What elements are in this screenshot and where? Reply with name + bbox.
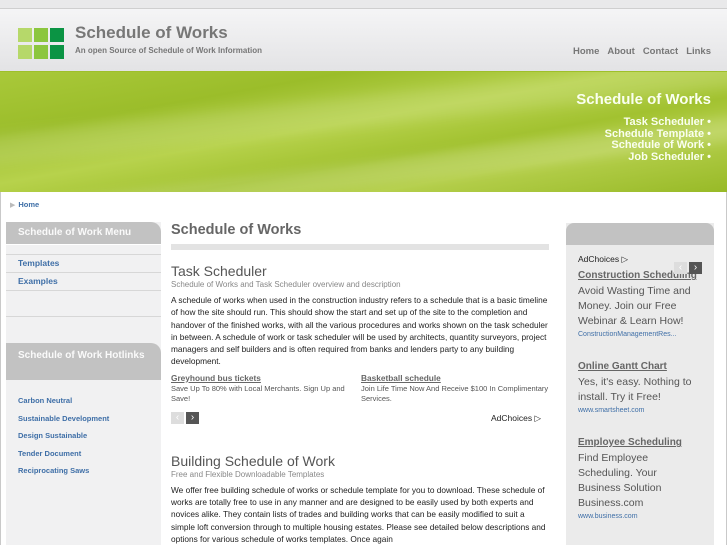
banner-link-task-scheduler[interactable]: Task Scheduler (605, 116, 711, 129)
chevron-right-icon[interactable]: › (186, 411, 199, 424)
ad-title-link[interactable]: Greyhound bus tickets (171, 373, 359, 383)
breadcrumb: ▶ Home (10, 200, 39, 209)
section: Building Schedule of Work Free and Flexi… (171, 453, 549, 545)
nav-about[interactable]: About (607, 46, 634, 57)
sidebar-ad: Construction Scheduling Avoid Wasting Ti… (578, 268, 702, 340)
site-subtitle: An open Source of Schedule of Work Infor… (75, 46, 262, 55)
site-header: Schedule of Works An open Source of Sche… (0, 8, 727, 72)
site-title[interactable]: Schedule of Works (75, 23, 228, 43)
ad-description: Find Employee Scheduling. Your Business … (578, 452, 662, 509)
left-sidebar: Schedule of Work Menu Templates Examples… (6, 222, 161, 545)
section-subtitle: Schedule of Works and Task Scheduler ove… (171, 280, 401, 289)
ad-url[interactable]: ConstructionManagementRes... (578, 329, 702, 340)
ad-description: Yes, it's easy. Nothing to install. Try … (578, 376, 692, 403)
hotlink-item[interactable]: Tender Document (18, 449, 161, 467)
breadcrumb-home[interactable]: Home (18, 200, 39, 209)
section-body: We offer free building schedule of works… (171, 484, 546, 544)
ad-title-link[interactable]: Online Gantt Chart (578, 359, 702, 375)
ad-description: Avoid Wasting Time and Money. Join our F… (578, 285, 691, 327)
ad-description: Save Up To 80% with Local Merchants. Sig… (171, 383, 345, 403)
page-title: Schedule of Works (171, 222, 302, 238)
menu-spacer (6, 245, 161, 255)
section-title: Building Schedule of Work (171, 452, 335, 469)
sidebar-ad: Employee Scheduling Find Employee Schedu… (578, 435, 702, 522)
sidebar-item-templates[interactable]: Templates (6, 255, 161, 273)
logo-square (50, 45, 64, 59)
ad-item: Greyhound bus tickets Save Up To 80% wit… (171, 373, 359, 404)
hotlink-item[interactable]: Carbon Neutral (18, 396, 161, 414)
inline-ad-unit: Greyhound bus tickets Save Up To 80% wit… (171, 373, 549, 433)
nav-links[interactable]: Links (686, 46, 711, 57)
menu-heading: Schedule of Work Menu (6, 222, 161, 244)
section-body: A schedule of works when used in the con… (171, 295, 548, 367)
ad-url[interactable]: www.business.com (578, 511, 702, 522)
adchoices-link[interactable]: AdChoices ▷ (491, 413, 541, 424)
hotlinks-list: Carbon Neutral Sustainable Development D… (6, 380, 161, 484)
logo-square (50, 28, 64, 42)
right-sidebar: AdChoices ▷ ‹ › Construction Scheduling … (566, 223, 714, 545)
ad-url[interactable]: www.smartsheet.com (578, 405, 702, 416)
hero-banner: Schedule of Works Task Scheduler Schedul… (0, 72, 727, 192)
chevron-left-icon[interactable]: ‹ (171, 411, 184, 424)
hotlink-item[interactable]: Sustainable Development (18, 414, 161, 432)
nav-home[interactable]: Home (573, 46, 599, 57)
hotlink-item[interactable]: Design Sustainable (18, 431, 161, 449)
banner-links: Task Scheduler Schedule Template Schedul… (605, 116, 711, 164)
sidebar-menu: Templates Examples (6, 244, 161, 317)
main-content: Schedule of Works Task Scheduler Schedul… (171, 222, 549, 545)
right-sidebar-heading (566, 223, 714, 245)
hotlink-item[interactable]: Reciprocating Saws (18, 466, 161, 484)
nav-contact[interactable]: Contact (643, 46, 678, 57)
ad-pager: ‹ › (674, 262, 702, 274)
logo-square (34, 28, 48, 42)
menu-spacer (6, 291, 161, 317)
logo-square (18, 45, 32, 59)
ad-title-link[interactable]: Employee Scheduling (578, 435, 702, 451)
ad-description: Join Life Time Now And Receive $100 In C… (361, 383, 549, 403)
breadcrumb-arrow-icon: ▶ (10, 201, 16, 209)
sidebar-item-examples[interactable]: Examples (6, 273, 161, 291)
hotlinks-heading: Schedule of Work Hotlinks (6, 343, 161, 380)
banner-link-schedule-of-work[interactable]: Schedule of Work (605, 139, 711, 152)
title-divider (171, 244, 549, 250)
chevron-left-icon[interactable]: ‹ (674, 262, 687, 274)
ad-title-link[interactable]: Basketball schedule (361, 373, 549, 383)
banner-link-job-scheduler[interactable]: Job Scheduler (605, 151, 711, 164)
top-nav: Home About Contact Links (573, 46, 711, 57)
sidebar-ad: Online Gantt Chart Yes, it's easy. Nothi… (578, 359, 702, 416)
banner-title: Schedule of Works (576, 91, 711, 108)
logo-square (34, 45, 48, 59)
ad-pager: ‹ › (171, 411, 199, 424)
ad-item: Basketball schedule Join Life Time Now A… (361, 373, 549, 404)
section-subtitle: Free and Flexible Downloadable Templates (171, 469, 325, 479)
logo-icon[interactable] (18, 28, 66, 61)
chevron-right-icon[interactable]: › (689, 262, 702, 274)
logo-square (18, 28, 32, 42)
sidebar-ad-unit: AdChoices ▷ ‹ › Construction Scheduling … (566, 254, 714, 522)
section-title: Task Scheduler (171, 263, 267, 279)
